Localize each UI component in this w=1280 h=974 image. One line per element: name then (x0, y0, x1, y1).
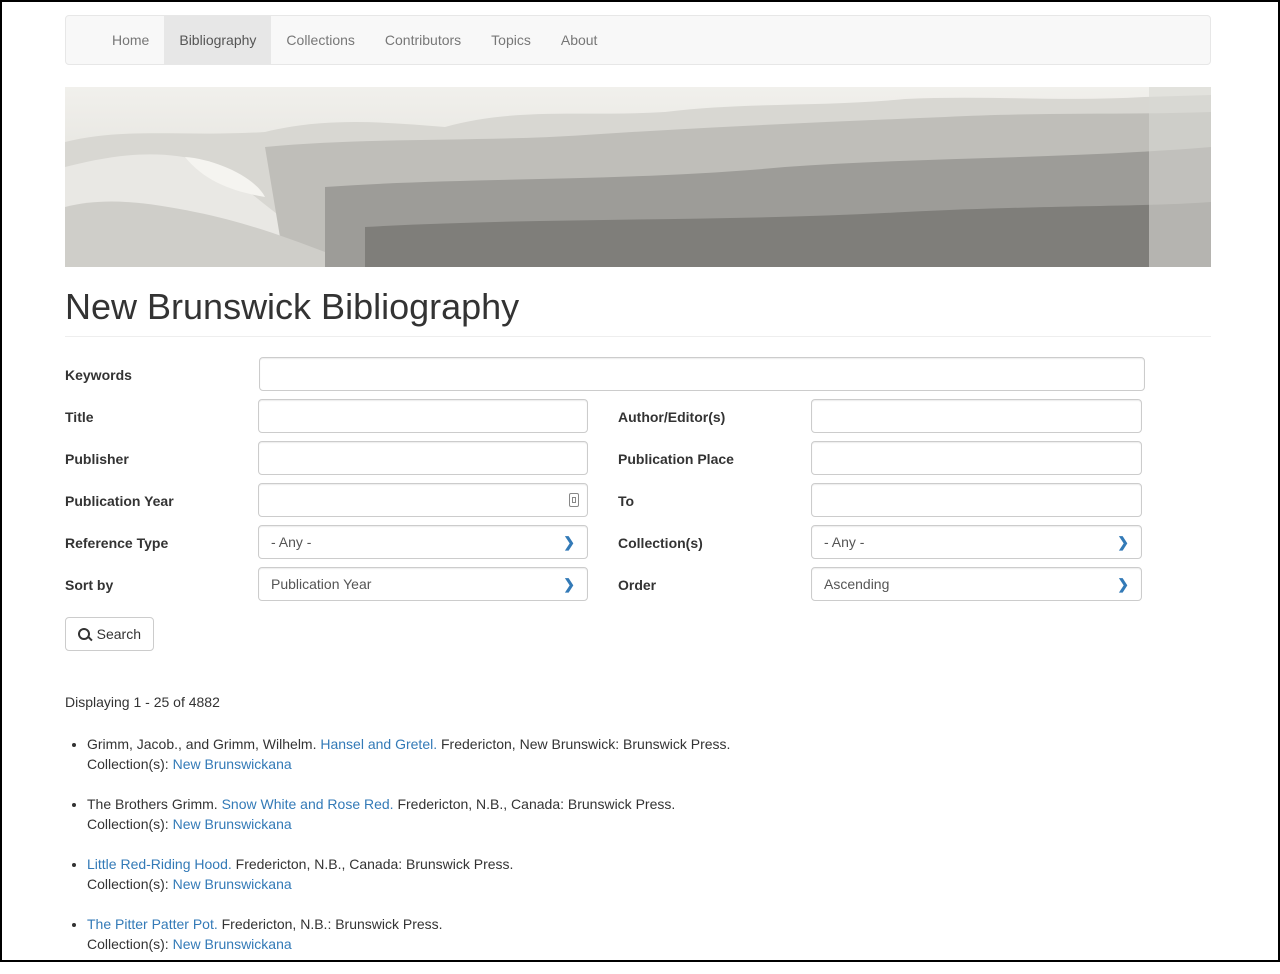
result-title-link[interactable]: Snow White and Rose Red. (222, 796, 394, 812)
ref-type-select[interactable]: - Any - ❯ (258, 525, 588, 559)
keywords-label: Keywords (65, 367, 132, 383)
pub-year-label: Publication Year (65, 493, 174, 509)
sort-label: Sort by (65, 577, 114, 593)
chevron-down-icon: ❯ (1117, 533, 1129, 550)
result-title-link[interactable]: Hansel and Gretel. (320, 736, 437, 752)
publisher-label: Publisher (65, 451, 129, 467)
result-collection-link[interactable]: New Brunswickana (173, 876, 292, 892)
ref-type-value: - Any - (271, 534, 312, 550)
banner-image (65, 87, 1211, 267)
sort-select[interactable]: Publication Year ❯ (258, 567, 588, 601)
collection-prefix: Collection(s): (87, 876, 169, 892)
nav-contributors[interactable]: Contributors (370, 16, 476, 64)
result-publication: Fredericton, N.B., Canada: Brunswick Pre… (235, 856, 514, 872)
list-item: The Pitter Patter Pot. Fredericton, N.B.… (87, 914, 1187, 954)
nav-about[interactable]: About (546, 16, 613, 64)
page-container: Home Bibliography Collections Contributo… (65, 15, 1211, 651)
nav-home[interactable]: Home (97, 16, 164, 64)
result-collection-link[interactable]: New Brunswickana (173, 816, 292, 832)
result-author: Grimm, Jacob., and Grimm, Wilhelm. (87, 736, 317, 752)
result-title-link[interactable]: Little Red-Riding Hood. (87, 856, 232, 872)
page-title: New Brunswick Bibliography (65, 285, 1211, 337)
result-publication: Fredericton, New Brunswick: Brunswick Pr… (441, 736, 731, 752)
result-publication: Fredericton, N.B., Canada: Brunswick Pre… (397, 796, 676, 812)
to-label: To (618, 493, 635, 509)
pub-place-label: Publication Place (618, 451, 734, 467)
collections-label: Collection(s) (618, 535, 703, 551)
title-input[interactable] (258, 399, 588, 433)
publisher-input[interactable] (258, 441, 588, 475)
calendar-icon[interactable] (569, 493, 579, 507)
collection-prefix: Collection(s): (87, 816, 169, 832)
order-label: Order (618, 577, 657, 593)
collections-select[interactable]: - Any - ❯ (811, 525, 1142, 559)
sort-value: Publication Year (271, 576, 372, 592)
search-button[interactable]: Search (65, 617, 154, 651)
result-collection-link[interactable]: New Brunswickana (173, 756, 292, 772)
chevron-down-icon: ❯ (563, 533, 575, 550)
search-form: Keywords Title Author/Editor(s) Publishe… (65, 357, 1211, 651)
to-year-input[interactable] (811, 483, 1142, 517)
result-author: The Brothers Grimm. (87, 796, 218, 812)
nav-topics[interactable]: Topics (476, 16, 546, 64)
top-navbar: Home Bibliography Collections Contributo… (65, 15, 1211, 65)
pub-place-input[interactable] (811, 441, 1142, 475)
pub-year-input[interactable] (258, 483, 588, 517)
result-publication: Fredericton, N.B.: Brunswick Press. (221, 916, 443, 932)
title-label: Title (65, 409, 94, 425)
order-value: Ascending (824, 576, 890, 592)
list-item: The Brothers Grimm. Snow White and Rose … (87, 794, 1187, 834)
chevron-down-icon: ❯ (1117, 575, 1129, 592)
search-button-label: Search (96, 626, 141, 642)
nav-bibliography[interactable]: Bibliography (164, 16, 272, 64)
chevron-down-icon: ❯ (563, 575, 575, 592)
city-panorama-illustration (65, 87, 1211, 267)
collections-value: - Any - (824, 534, 865, 550)
magnifier-icon (78, 628, 90, 640)
ref-type-label: Reference Type (65, 535, 169, 551)
keywords-input[interactable] (259, 357, 1145, 391)
collection-prefix: Collection(s): (87, 936, 169, 952)
list-item: Little Red-Riding Hood. Fredericton, N.B… (87, 854, 1187, 894)
nav-collections[interactable]: Collections (271, 16, 369, 64)
results-list: Grimm, Jacob., and Grimm, Wilhelm. Hanse… (65, 734, 1187, 974)
list-item: Grimm, Jacob., and Grimm, Wilhelm. Hanse… (87, 734, 1187, 774)
results-count: Displaying 1 - 25 of 4882 (65, 694, 220, 710)
author-input[interactable] (811, 399, 1142, 433)
result-collection-link[interactable]: New Brunswickana (173, 936, 292, 952)
result-title-link[interactable]: The Pitter Patter Pot. (87, 916, 218, 932)
collection-prefix: Collection(s): (87, 756, 169, 772)
author-label: Author/Editor(s) (618, 409, 726, 425)
order-select[interactable]: Ascending ❯ (811, 567, 1142, 601)
